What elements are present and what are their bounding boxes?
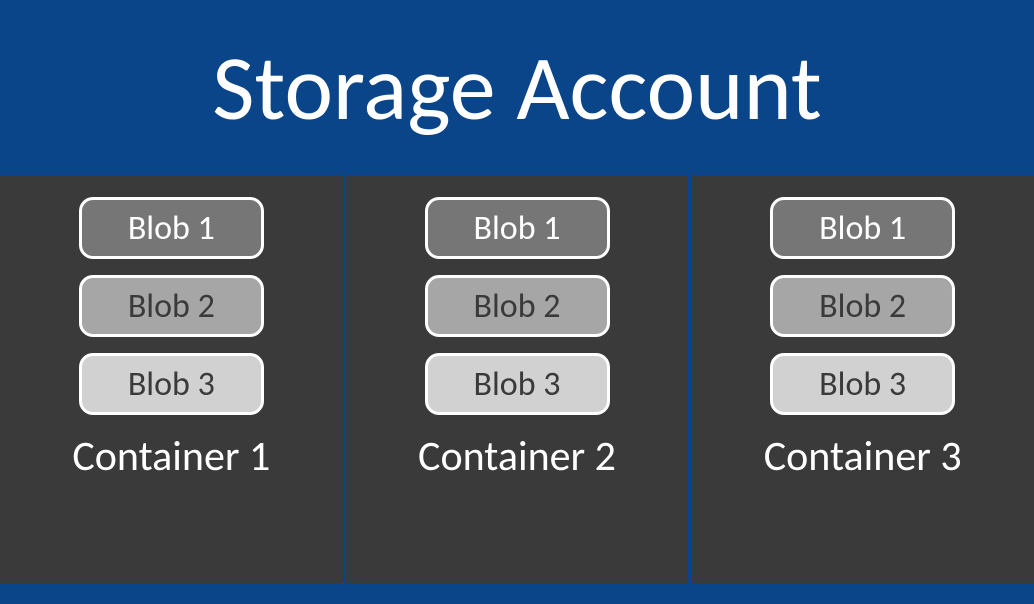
blob-item: Blob 2 (770, 275, 955, 337)
container-panel-2: Blob 1 Blob 2 Blob 3 Container 2 (346, 175, 689, 583)
page-title: Storage Account (212, 31, 822, 144)
bottom-bar (0, 583, 1034, 604)
header: Storage Account (0, 0, 1034, 175)
container-label: Container 3 (764, 431, 962, 494)
blob-item: Blob 1 (79, 197, 264, 259)
blob-item: Blob 3 (79, 353, 264, 415)
blob-item: Blob 2 (425, 275, 610, 337)
blob-item: Blob 2 (79, 275, 264, 337)
blob-item: Blob 3 (770, 353, 955, 415)
container-panel-3: Blob 1 Blob 2 Blob 3 Container 3 (691, 175, 1034, 583)
containers-row: Blob 1 Blob 2 Blob 3 Container 1 Blob 1 … (0, 175, 1034, 583)
container-panel-1: Blob 1 Blob 2 Blob 3 Container 1 (0, 175, 343, 583)
blob-item: Blob 3 (425, 353, 610, 415)
container-label: Container 1 (72, 431, 270, 494)
blob-item: Blob 1 (425, 197, 610, 259)
container-label: Container 2 (418, 431, 616, 494)
blob-item: Blob 1 (770, 197, 955, 259)
